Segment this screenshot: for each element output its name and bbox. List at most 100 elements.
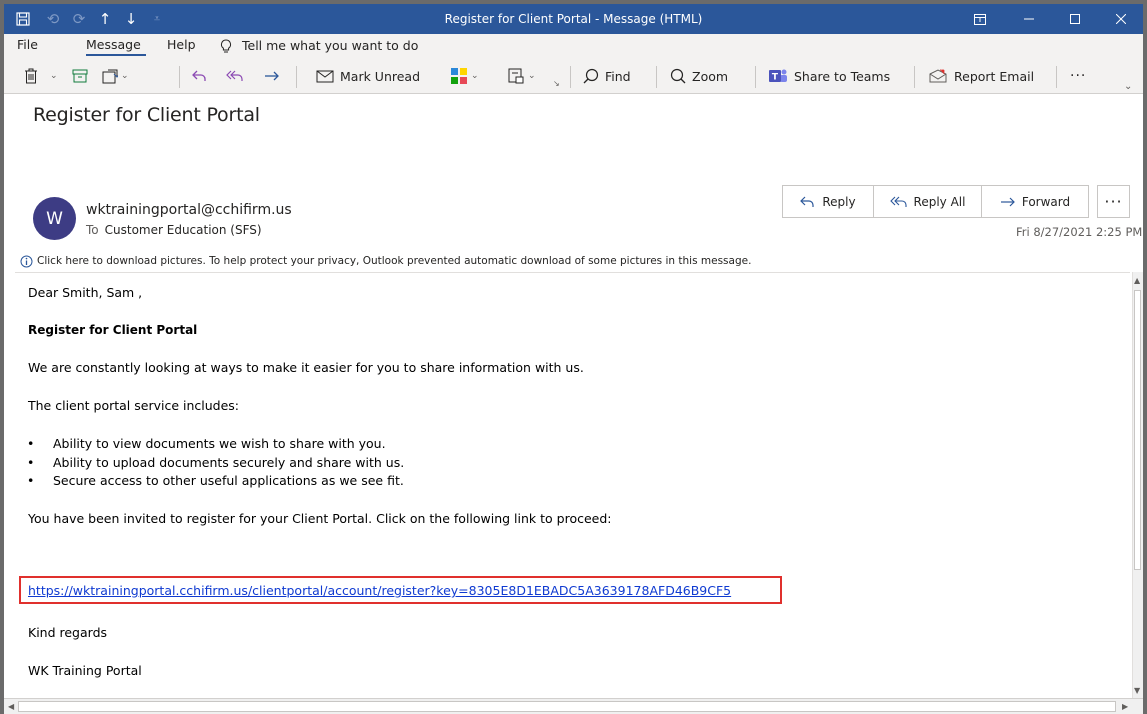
sender-address[interactable]: wktrainingportal@cchifirm.us: [86, 202, 292, 218]
zoom-button[interactable]: Zoom: [670, 62, 728, 90]
to-label: To: [86, 223, 99, 237]
zoom-label: Zoom: [692, 68, 729, 84]
search-icon: [583, 68, 599, 84]
envelope-icon: [316, 70, 334, 83]
ribbon-tabs: File Message Help Tell me what you want …: [4, 34, 1143, 58]
toolbar-separator: [755, 66, 756, 88]
reply-all-toolbar-button[interactable]: [226, 62, 244, 90]
greeting: Dear Smith, Sam ,: [28, 285, 143, 300]
recipient-line: To Customer Education (SFS): [86, 223, 262, 237]
follow-up-icon: [508, 68, 524, 84]
archive-icon: [72, 69, 88, 83]
scroll-left-icon[interactable]: ◀: [8, 702, 14, 711]
ribbon-display-icon[interactable]: [957, 4, 1003, 34]
pane-edge: [4, 94, 7, 698]
zoom-icon: [670, 68, 686, 84]
reply-label: Reply: [822, 194, 856, 209]
chevron-down-icon[interactable]: ⌄: [528, 71, 536, 81]
scroll-up-icon[interactable]: ▲: [1134, 276, 1140, 285]
toolbar-separator: [914, 66, 915, 88]
tell-me-search[interactable]: Tell me what you want to do: [220, 34, 418, 58]
register-link[interactable]: https://wktrainingportal.cchifirm.us/cli…: [28, 583, 731, 598]
toolbar-separator: [179, 66, 180, 88]
mark-unread-label: Mark Unread: [340, 68, 421, 84]
reply-all-label: Reply All: [913, 194, 966, 209]
tab-help[interactable]: Help: [167, 34, 196, 58]
message-actions: Reply Reply All Forward: [782, 185, 1089, 218]
reply-all-button[interactable]: Reply All: [874, 186, 982, 217]
reply-all-icon: [889, 196, 907, 207]
report-email-label: Report Email: [954, 68, 1035, 84]
minimize-icon[interactable]: [1006, 4, 1052, 34]
maximize-icon[interactable]: [1052, 4, 1098, 34]
svg-text:T: T: [772, 73, 779, 83]
horizontal-scroll-thumb[interactable]: [18, 701, 1116, 712]
info-bar[interactable]: Click here to download pictures. To help…: [20, 253, 751, 269]
close-icon[interactable]: [1098, 4, 1143, 34]
categorize-button[interactable]: ⌄: [450, 62, 479, 90]
chevron-down-icon[interactable]: ⌄: [471, 71, 479, 81]
toolbar-separator: [656, 66, 657, 88]
tell-me-label: Tell me what you want to do: [242, 38, 419, 53]
chevron-down-icon[interactable]: ⌄: [121, 71, 129, 81]
tab-file[interactable]: File: [17, 34, 38, 58]
move-button[interactable]: ⌄: [102, 62, 129, 90]
list-item: Ability to view documents we wish to sha…: [27, 436, 386, 451]
info-bar-text: Click here to download pictures. To help…: [37, 255, 752, 267]
intro-paragraph: We are constantly looking at ways to mak…: [28, 360, 584, 375]
message-body: Dear Smith, Sam , Register for Client Po…: [15, 272, 1130, 698]
forward-icon: [265, 71, 279, 81]
teams-icon: T: [769, 69, 787, 83]
invite-paragraph: You have been invited to register for yo…: [28, 511, 612, 526]
move-to-folder-icon: [102, 69, 118, 83]
archive-button[interactable]: [72, 62, 88, 90]
report-email-icon: [929, 69, 947, 83]
list-item: Ability to upload documents securely and…: [27, 455, 404, 470]
share-to-teams-label: Share to Teams: [794, 68, 891, 84]
forward-toolbar-button[interactable]: [264, 62, 280, 90]
avatar[interactable]: W: [33, 197, 76, 240]
reply-button[interactable]: Reply: [783, 186, 874, 217]
toolbar-separator: [570, 66, 571, 88]
reply-icon: [800, 196, 814, 207]
vertical-scroll-thumb[interactable]: [1134, 290, 1141, 570]
trash-icon: [25, 68, 37, 84]
more-actions-button[interactable]: ···: [1097, 185, 1130, 218]
body-heading: Register for Client Portal: [28, 323, 198, 337]
info-icon: [20, 255, 33, 267]
toolbar-separator: [296, 66, 297, 88]
active-tab-indicator: [86, 54, 146, 56]
scroll-down-icon[interactable]: ▼: [1134, 686, 1140, 695]
reply-icon: [192, 70, 206, 81]
message-subject: Register for Client Portal: [33, 104, 260, 126]
recipient-name[interactable]: Customer Education (SFS): [105, 223, 262, 237]
reply-toolbar-button[interactable]: [191, 62, 207, 90]
share-to-teams-button[interactable]: T Share to Teams: [768, 62, 890, 90]
report-email-button[interactable]: Report Email: [928, 62, 1034, 90]
closing: Kind regards: [28, 625, 108, 640]
outlook-message-window: ⟲ ⟳ ↑ ↓ ⩡ Register for Client Portal - M…: [4, 4, 1143, 714]
forward-label: Forward: [1021, 194, 1071, 209]
sent-date: Fri 8/27/2021 2:25 PM: [1016, 225, 1143, 239]
forward-icon: [1000, 197, 1015, 206]
reply-all-icon: [226, 70, 243, 81]
follow-up-button[interactable]: ⌄: [507, 62, 536, 90]
more-commands-button[interactable]: ···: [1070, 62, 1086, 90]
find-button[interactable]: Find: [583, 62, 631, 90]
lightbulb-icon: [220, 38, 232, 52]
delete-button[interactable]: ⌄: [24, 62, 58, 90]
chevron-down-icon[interactable]: ⌄: [50, 71, 58, 81]
includes-paragraph: The client portal service includes:: [28, 398, 240, 413]
toolbar-separator: [1056, 66, 1057, 88]
scroll-right-icon[interactable]: ▶: [1122, 702, 1128, 711]
list-item: Secure access to other useful applicatio…: [27, 473, 404, 488]
categorize-icon: [451, 68, 467, 84]
mark-unread-button[interactable]: Mark Unread: [316, 62, 420, 90]
dialog-launcher-icon[interactable]: ↘: [553, 76, 560, 90]
signature: WK Training Portal: [28, 663, 142, 678]
title-bar: ⟲ ⟳ ↑ ↓ ⩡ Register for Client Portal - M…: [4, 4, 1143, 34]
ribbon-collapse-icon[interactable]: ⌄: [1124, 72, 1132, 100]
find-label: Find: [605, 68, 631, 84]
ribbon-toolbar: ⌄ ⌄ Mark Unread ⌄ ⌄ ↘ Find Zoom T Share …: [4, 58, 1143, 94]
forward-button[interactable]: Forward: [982, 186, 1088, 217]
